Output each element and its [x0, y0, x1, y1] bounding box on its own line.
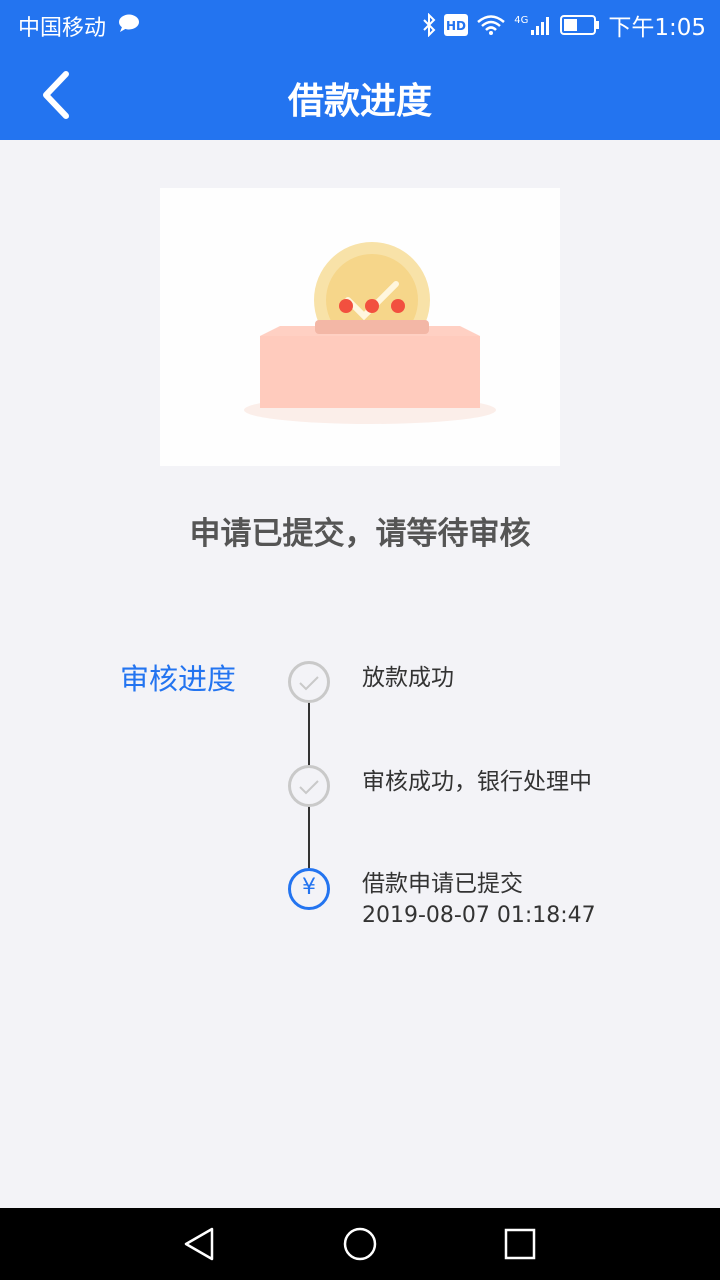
bluetooth-icon: [423, 13, 436, 37]
recents-square-icon[interactable]: [500, 1224, 540, 1264]
message-icon: [119, 14, 139, 32]
status-bar: 中国移动 HD 4G 下午1:05: [0, 0, 720, 50]
timeline-connector: [308, 806, 310, 870]
clock: 下午1:05: [608, 15, 706, 41]
step-timestamp: 2019-08-07 01:18:47: [362, 903, 596, 928]
step-label: 借款申请已提交: [362, 871, 523, 897]
check-icon: [299, 780, 319, 795]
timeline-connector: [308, 702, 310, 768]
back-triangle-icon[interactable]: [180, 1224, 220, 1264]
step-label: 放款成功: [362, 665, 454, 691]
review-progress-label: 审核进度: [120, 662, 237, 696]
check-icon: [299, 676, 319, 691]
carrier-name: 中国移动: [18, 16, 107, 41]
home-circle-icon[interactable]: [340, 1224, 380, 1264]
step-check-icon: [288, 661, 330, 703]
status-icons: HD 4G 下午1:05: [422, 8, 706, 42]
system-nav-bar: [0, 1208, 720, 1280]
step-check-icon: [288, 765, 330, 807]
yen-icon: ¥: [288, 868, 330, 910]
page-title: 借款进度: [287, 81, 432, 122]
battery-icon: [560, 15, 600, 35]
network-type: 4G: [514, 14, 529, 26]
step-label: 审核成功，银行处理中: [362, 769, 592, 795]
app-header: 借款进度: [0, 50, 720, 140]
svg-text:HD: HD: [446, 19, 466, 33]
pending-illustration: [160, 188, 560, 466]
submission-status-message: 申请已提交，请等待审核: [189, 516, 531, 552]
hd-icon: HD: [444, 14, 469, 36]
wifi-icon: [477, 15, 506, 35]
coin-box-illustration: [244, 242, 496, 424]
signal-icon: [531, 17, 550, 35]
